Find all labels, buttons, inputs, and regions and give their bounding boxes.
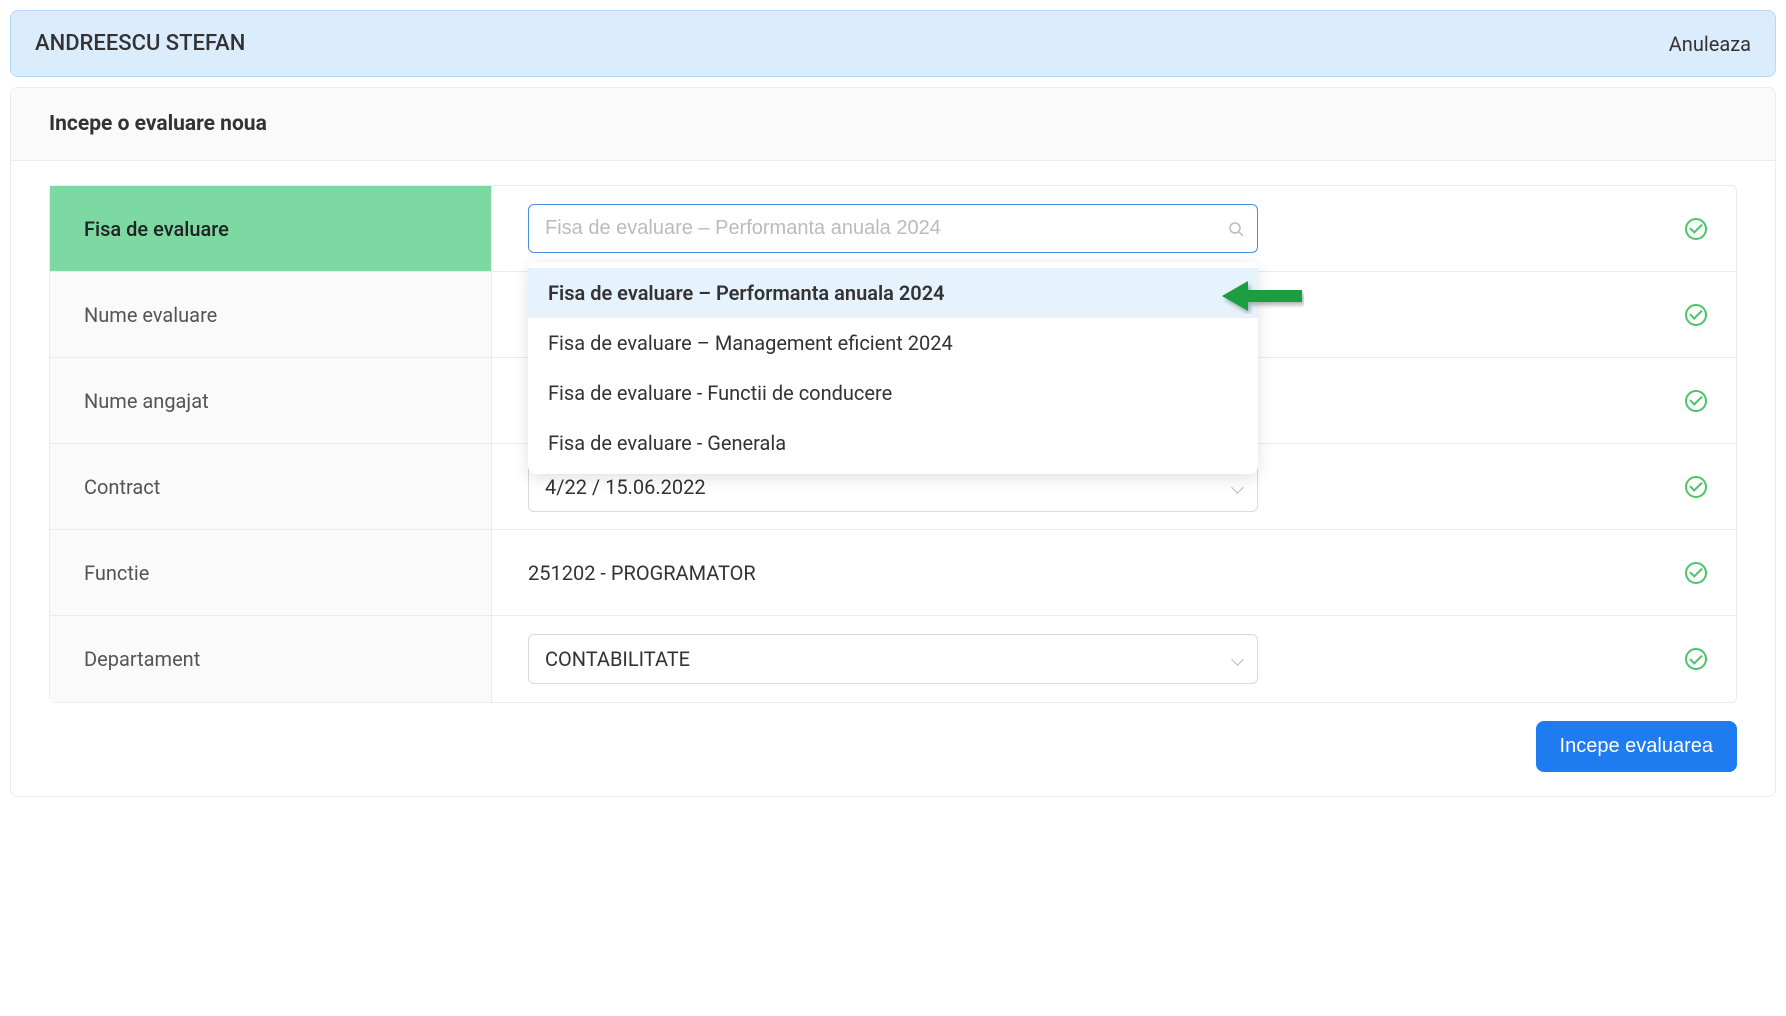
dropdown-option-1[interactable]: Fisa de evaluare – Management eficient 2…	[528, 318, 1258, 368]
start-evaluation-button[interactable]: Incepe evaluarea	[1536, 721, 1737, 772]
dropdown-option-3[interactable]: Fisa de evaluare - Generala	[528, 418, 1258, 468]
card-title: Incepe o evaluare noua	[11, 88, 1775, 161]
label-functie: Functie	[50, 530, 492, 615]
search-icon	[1228, 221, 1244, 237]
row-functie: Functie 251202 - PROGRAMATOR	[50, 530, 1736, 616]
check-icon	[1685, 562, 1707, 584]
chevron-down-icon	[1231, 481, 1243, 493]
check-icon	[1685, 304, 1707, 326]
check-icon	[1685, 476, 1707, 498]
status-functie	[1656, 530, 1736, 615]
status-nume-angajat	[1656, 358, 1736, 443]
contract-value: 4/22 / 15.06.2022	[545, 475, 706, 499]
label-nume-angajat: Nume angajat	[50, 358, 492, 443]
row-departament: Departament CONTABILITATE	[50, 616, 1736, 702]
status-fisa	[1656, 186, 1736, 271]
departament-value: CONTABILITATE	[545, 647, 690, 671]
label-departament: Departament	[50, 616, 492, 702]
row-fisa-evaluare: Fisa de evaluare Fisa de evaluare – Perf…	[50, 186, 1736, 272]
functie-value: 251202 - PROGRAMATOR	[528, 561, 756, 585]
header-bar: ANDREESCU STEFAN Anuleaza	[10, 10, 1776, 77]
form-footer: Incepe evaluarea	[49, 721, 1737, 772]
status-contract	[1656, 444, 1736, 529]
check-icon	[1685, 648, 1707, 670]
cancel-button[interactable]: Anuleaza	[1669, 32, 1751, 56]
status-nume-evaluare	[1656, 272, 1736, 357]
chevron-down-icon	[1231, 653, 1243, 665]
label-nume-evaluare: Nume evaluare	[50, 272, 492, 357]
label-contract: Contract	[50, 444, 492, 529]
fisa-select-wrapper: Fisa de evaluare – Performanta anuala 20…	[528, 204, 1258, 253]
form-table: Fisa de evaluare Fisa de evaluare – Perf…	[49, 185, 1737, 703]
fisa-dropdown: Fisa de evaluare – Performanta anuala 20…	[528, 262, 1258, 474]
status-departament	[1656, 616, 1736, 702]
employee-name: ANDREESCU STEFAN	[35, 31, 245, 56]
dropdown-option-0[interactable]: Fisa de evaluare – Performanta anuala 20…	[528, 268, 1258, 318]
fisa-search-input[interactable]	[528, 204, 1258, 253]
label-fisa-evaluare: Fisa de evaluare	[50, 186, 492, 271]
form-card: Incepe o evaluare noua Fisa de evaluare	[10, 87, 1776, 797]
departament-select[interactable]: CONTABILITATE	[528, 634, 1258, 684]
dropdown-option-2[interactable]: Fisa de evaluare - Functii de conducere	[528, 368, 1258, 418]
check-icon	[1685, 218, 1707, 240]
check-icon	[1685, 390, 1707, 412]
